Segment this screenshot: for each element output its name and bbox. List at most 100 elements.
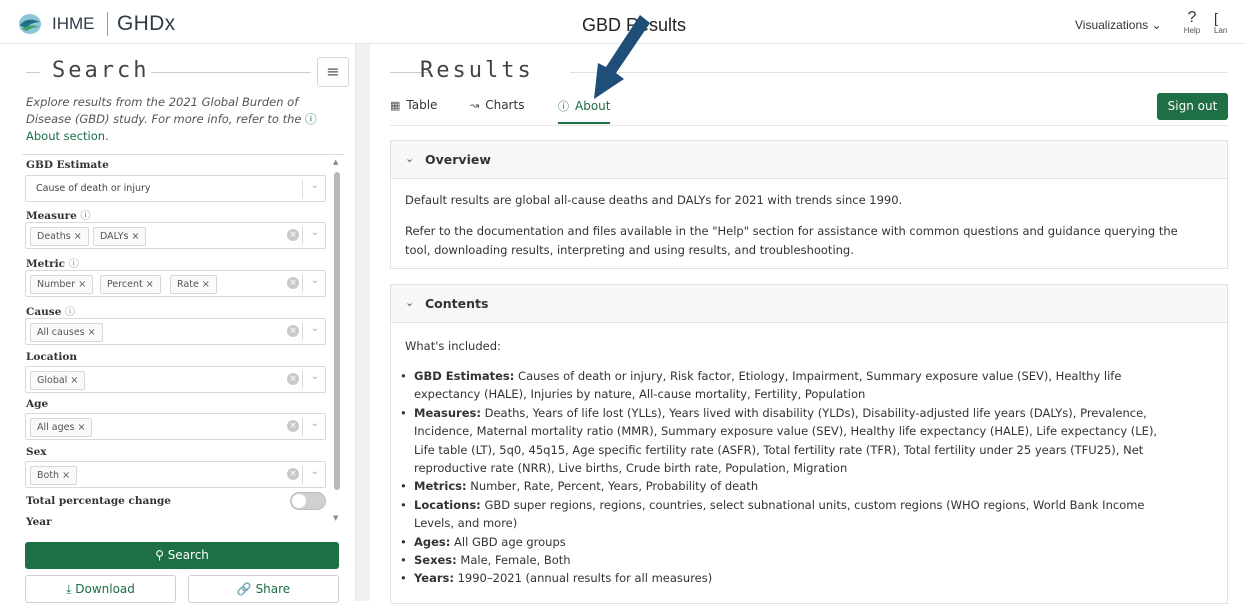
dropdown-separator (302, 275, 303, 293)
overview-header[interactable]: ⌄ Overview (391, 141, 1227, 179)
heading-rule-left (26, 72, 40, 73)
tab-charts[interactable]: ↝ Charts (470, 98, 524, 124)
contents-header[interactable]: ⌄ Contents (391, 285, 1227, 323)
link-icon: 🔗 (236, 582, 252, 596)
remove-icon[interactable]: × (146, 279, 154, 290)
contents-item: Sexes: Male, Female, Both (400, 551, 1190, 570)
gbd-estimate-label-text: GBD Estimate (26, 159, 109, 171)
clear-icon[interactable]: × (287, 468, 299, 480)
metric-select[interactable]: Number × Percent × Rate × × ⌄ (25, 270, 326, 297)
visualizations-menu[interactable]: Visualizations ⌄ (1075, 18, 1162, 32)
help-button[interactable]: ? Help (1180, 10, 1204, 36)
dropdown-separator (302, 323, 303, 341)
location-label-text: Location (26, 351, 78, 363)
chevron-down-icon[interactable]: ⌄ (311, 275, 319, 286)
tab-about[interactable]: ⓘ About (558, 98, 611, 124)
remove-icon[interactable]: × (88, 327, 96, 338)
scroll-up-icon[interactable]: ▲ (333, 158, 338, 166)
measure-chip-dalys[interactable]: DALYs × (93, 227, 147, 246)
filter-list: GBD Estimate Cause of death or injury ⌄ … (22, 154, 344, 532)
contents-item-text: Incidence, Maternal mortality ratio (MMR… (414, 424, 1158, 439)
remove-icon[interactable]: × (70, 375, 78, 386)
metric-chip-percent[interactable]: Percent × (100, 275, 161, 294)
chevron-down-icon[interactable]: ⌄ (311, 371, 319, 382)
age-label-text: Age (26, 398, 49, 410)
sex-select[interactable]: Both × × ⌄ (25, 461, 326, 488)
brand-ihme[interactable]: IHME (52, 14, 95, 34)
remove-icon[interactable]: × (74, 231, 82, 242)
sex-chip-both[interactable]: Both × (30, 466, 78, 485)
clear-icon[interactable]: × (287, 229, 299, 241)
remove-icon[interactable]: × (62, 470, 70, 481)
remove-icon[interactable]: × (131, 231, 139, 242)
brand-ghdx[interactable]: GHDx (117, 12, 175, 36)
metric-label: Metric ⓘ (26, 255, 79, 270)
tab-table[interactable]: ▦ Table (390, 98, 437, 124)
chevron-down-icon[interactable]: ⌄ (311, 323, 319, 334)
location-select[interactable]: Global × × ⌄ (25, 366, 326, 393)
gbd-estimate-select[interactable]: Cause of death or injury ⌄ (25, 175, 326, 202)
tab-label: Charts (485, 98, 525, 112)
cause-chip-all-causes[interactable]: All causes × (30, 323, 103, 342)
help-circle-icon: ⓘ (558, 100, 569, 113)
contents-item-term: Years: (414, 571, 454, 586)
sign-out-button[interactable]: Sign out (1157, 93, 1228, 120)
contents-item-term: Metrics: (414, 479, 467, 494)
contents-item-text: Deaths, Years of life lost (YLLs), Years… (484, 405, 1147, 420)
download-button[interactable]: ⤓ Download (25, 575, 176, 603)
tab-label: About (575, 99, 611, 113)
remove-icon[interactable]: × (78, 279, 86, 290)
age-chip-all-ages[interactable]: All ages × (30, 418, 93, 437)
language-button[interactable]: [ Lan (1214, 10, 1244, 35)
chip-label: DALYs (100, 231, 129, 242)
contents-item-text: Levels, and more) (414, 516, 518, 531)
info-icon[interactable]: ⓘ (81, 211, 91, 222)
contents-list: GBD Estimates: Causes of death or injury… (400, 367, 1190, 588)
help-circle-icon: ⓘ (305, 112, 317, 126)
clear-icon[interactable]: × (287, 277, 299, 289)
year-label-text: Year (26, 516, 52, 528)
sex-label: Sex (26, 446, 47, 458)
chevron-down-icon[interactable]: ⌄ (311, 466, 319, 477)
filter-scrollbar[interactable]: ▲ ▼ (332, 158, 342, 526)
year-label: Year (26, 516, 52, 528)
measure-select[interactable]: Deaths × DALYs × × ⌄ (25, 222, 326, 249)
contents-item-text: All GBD age groups (454, 534, 566, 549)
info-icon[interactable]: ⓘ (65, 307, 75, 318)
clear-icon[interactable]: × (287, 325, 299, 337)
scrollbar-thumb[interactable] (334, 172, 340, 490)
clear-icon[interactable]: × (287, 420, 299, 432)
tab-label: Table (406, 98, 438, 112)
chip-label: Global (37, 375, 68, 386)
intro-text: Explore results from the 2021 Global Bur… (26, 95, 302, 126)
metric-chip-rate[interactable]: Rate × (170, 275, 217, 294)
gbd-estimate-value: Cause of death or injury (36, 183, 151, 194)
chevron-down-icon[interactable]: ⌄ (311, 227, 319, 238)
info-icon[interactable]: ⓘ (69, 259, 79, 270)
location-chip-global[interactable]: Global × (30, 371, 86, 390)
measure-chip-deaths[interactable]: Deaths × (30, 227, 89, 246)
total-change-toggle[interactable] (290, 492, 326, 510)
search-sidebar: Search ≡ Explore results from the 2021 G… (0, 44, 355, 603)
contents-item-text: Number, Rate, Percent, Years, Probabilit… (470, 479, 759, 494)
sidebar-menu-button[interactable]: ≡ (317, 57, 349, 87)
contents-item-text: 1990–2021 (annual results for all measur… (457, 571, 713, 586)
share-button-label: Share (255, 582, 291, 596)
clear-icon[interactable]: × (287, 373, 299, 385)
metric-chip-number[interactable]: Number × (30, 275, 94, 294)
search-button[interactable]: ⚲ Search (25, 542, 339, 569)
chevron-down-icon[interactable]: ⌄ (311, 418, 319, 429)
remove-icon[interactable]: × (202, 279, 210, 290)
cause-select[interactable]: All causes × × ⌄ (25, 318, 326, 345)
chip-label: Percent (107, 279, 143, 290)
age-select[interactable]: All ages × × ⌄ (25, 413, 326, 440)
ihme-logo-icon[interactable] (18, 13, 42, 35)
scroll-down-icon[interactable]: ▼ (333, 514, 338, 522)
contents-item-text: GBD super regions, regions, countries, s… (484, 497, 1145, 512)
dropdown-separator (302, 227, 303, 245)
remove-icon[interactable]: × (77, 422, 85, 433)
measure-label: Measure ⓘ (26, 207, 91, 222)
total-change-label: Total percentage change (26, 495, 171, 507)
share-button[interactable]: 🔗 Share (188, 575, 339, 603)
chevron-down-icon[interactable]: ⌄ (311, 180, 319, 191)
